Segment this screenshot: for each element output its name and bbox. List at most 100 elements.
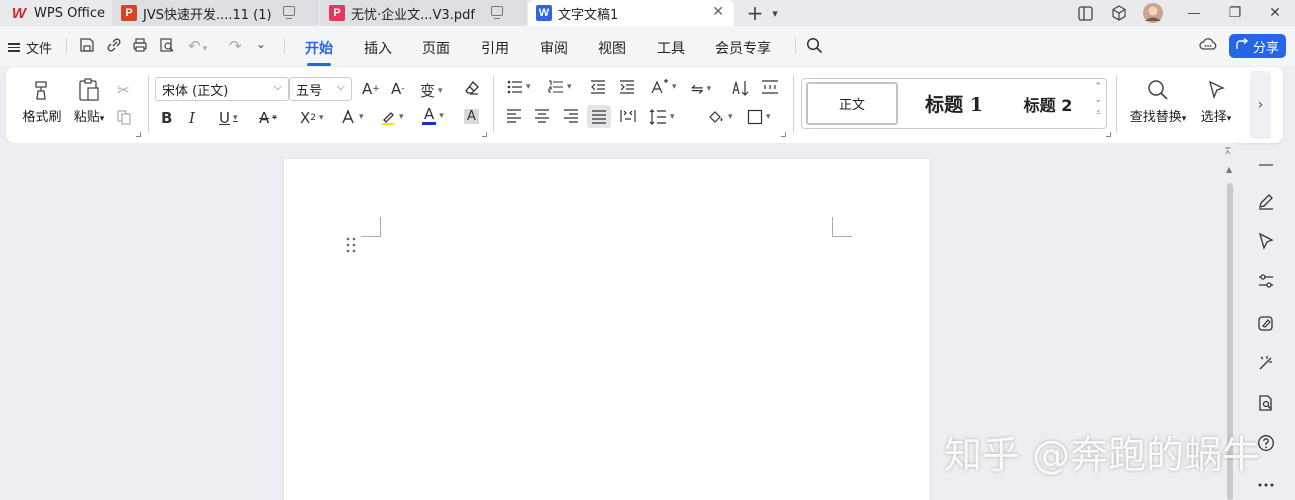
- tab-page[interactable]: 页面: [422, 38, 450, 58]
- quick-access-chevron-icon[interactable]: ⌄: [256, 37, 266, 51]
- maximize-button[interactable]: ❐: [1226, 0, 1244, 26]
- bold-icon[interactable]: B: [161, 109, 172, 127]
- redo-icon[interactable]: ↷: [229, 37, 242, 55]
- cloud-sync-icon[interactable]: [1199, 36, 1217, 56]
- tab-member[interactable]: 会员专享: [715, 38, 771, 58]
- increase-indent-icon[interactable]: [619, 80, 635, 94]
- styles-scroll-icon[interactable]: ⌃ ⌄ ⩡: [1094, 81, 1102, 120]
- select-label: 选择: [1200, 110, 1227, 125]
- tab-window-icon[interactable]: [283, 6, 295, 20]
- ribbon-home: 格式刷 粘贴▾ ✂ 宋体 (正文) ⌵ 五号 ⌵ A + A- 变 ▾ B I U ▾…: [6, 67, 1283, 143]
- tab-word-document[interactable]: W 文字文稿1 ✕: [528, 0, 734, 26]
- show-marks-icon[interactable]: [761, 80, 779, 94]
- strikethrough-icon[interactable]: A ▾: [259, 109, 277, 127]
- align-left-icon[interactable]: [506, 109, 522, 123]
- pdf-file-icon: P: [329, 5, 345, 21]
- title-tab-bar: W WPS Office P JVS快速开发....11 (1) P 无忧·企业…: [0, 0, 1295, 26]
- tab-review[interactable]: 审阅: [540, 38, 568, 58]
- adjust-sliders-icon[interactable]: [1255, 270, 1277, 292]
- decrease-indent-icon[interactable]: [590, 80, 606, 94]
- document-search-icon[interactable]: [1255, 392, 1277, 414]
- search-icon[interactable]: [806, 37, 823, 58]
- bullet-list-icon[interactable]: ▾: [507, 80, 531, 94]
- style-normal[interactable]: 正文: [806, 82, 898, 125]
- print-icon[interactable]: [132, 37, 148, 57]
- close-window-button[interactable]: ✕: [1266, 0, 1284, 26]
- tab-pdf-document[interactable]: P 无忧·企业文...V3.pdf: [320, 0, 527, 26]
- minimize-button[interactable]: —: [1185, 0, 1203, 26]
- cut-icon[interactable]: ✂: [117, 81, 130, 99]
- style-heading-2[interactable]: 标题 2: [1007, 82, 1089, 125]
- cube-icon[interactable]: [1108, 0, 1130, 26]
- grow-font-icon[interactable]: A +: [362, 80, 380, 98]
- highlight-icon[interactable]: ▾: [380, 109, 404, 125]
- print-preview-icon[interactable]: [159, 37, 175, 57]
- clear-format-icon[interactable]: [464, 80, 480, 96]
- text-direction-icon[interactable]: ▾: [649, 79, 677, 95]
- font-name-select[interactable]: 宋体 (正文) ⌵: [155, 77, 289, 101]
- phonetic-guide-icon[interactable]: 变 ▾: [420, 80, 443, 101]
- shrink-font-icon[interactable]: A-: [391, 80, 405, 98]
- tab-tools[interactable]: 工具: [657, 38, 685, 58]
- ai-writing-icon[interactable]: [1255, 312, 1277, 334]
- scroll-up-icon[interactable]: ▲: [1226, 165, 1232, 174]
- styles-dialog-launcher[interactable]: [1106, 132, 1111, 137]
- underline-icon[interactable]: U ▾: [219, 109, 238, 127]
- share-link-icon[interactable]: [106, 37, 122, 57]
- style-heading-1[interactable]: 标题 1: [905, 82, 1003, 125]
- sort-az-icon[interactable]: [732, 80, 750, 96]
- user-avatar[interactable]: [1141, 0, 1165, 26]
- tools-magic-icon[interactable]: [1255, 352, 1277, 374]
- paragraph-shading-icon[interactable]: ▾: [707, 109, 733, 125]
- tab-insert[interactable]: 插入: [364, 38, 392, 58]
- tab-home[interactable]: 开始: [305, 38, 333, 66]
- clipboard-dialog-launcher[interactable]: [136, 132, 141, 137]
- document-page[interactable]: [284, 159, 930, 500]
- collapse-icon[interactable]: [1255, 154, 1277, 176]
- font-size-select[interactable]: 五号 ⌵: [289, 77, 352, 101]
- align-right-icon[interactable]: [563, 109, 579, 123]
- align-center-icon[interactable]: [534, 109, 550, 123]
- paragraph-dialog-launcher[interactable]: [781, 132, 786, 137]
- tab-references[interactable]: 引用: [481, 38, 509, 58]
- tab-list-chevron-icon[interactable]: ▾: [768, 0, 782, 26]
- font-dialog-launcher[interactable]: [482, 132, 487, 137]
- justify-icon[interactable]: [587, 105, 611, 128]
- tab-ppt-document[interactable]: P JVS快速开发....11 (1): [112, 0, 319, 26]
- tab-wps-home[interactable]: W WPS Office: [0, 0, 111, 26]
- character-shading-icon[interactable]: A: [464, 109, 479, 124]
- undo-icon[interactable]: ↶ ▾: [188, 37, 207, 55]
- tab-window-icon[interactable]: [491, 6, 503, 20]
- tab-close-icon[interactable]: ✕: [712, 4, 724, 20]
- italic-icon[interactable]: I: [189, 109, 195, 127]
- ribbon-scroll-right-icon[interactable]: ›: [1250, 71, 1271, 139]
- find-replace-label: 查找替换: [1129, 110, 1182, 125]
- line-spacing-icon[interactable]: ▾: [649, 109, 675, 125]
- pen-edit-icon[interactable]: [1255, 190, 1277, 212]
- find-replace-button[interactable]: 查找替换▾: [1126, 76, 1190, 125]
- drag-handle-icon[interactable]: [346, 237, 356, 253]
- select-cursor-icon[interactable]: [1255, 230, 1277, 252]
- copy-icon[interactable]: [116, 109, 132, 125]
- layout-panel-icon[interactable]: [1074, 0, 1096, 26]
- new-tab-button[interactable]: +: [744, 0, 766, 26]
- crop-mark-top-left: [361, 217, 381, 237]
- styles-gallery: 正文 标题 1 标题 2 ⌃ ⌄ ⩡: [801, 78, 1107, 129]
- distributed-align-icon[interactable]: [620, 109, 636, 123]
- divider: [795, 38, 796, 54]
- border-icon[interactable]: ▾: [747, 109, 771, 125]
- format-painter-button[interactable]: 格式刷: [20, 76, 64, 125]
- share-button[interactable]: 分享: [1229, 34, 1286, 58]
- text-effect-icon[interactable]: ▾: [340, 109, 364, 125]
- sort-icon[interactable]: ⇋ ▾: [691, 80, 711, 98]
- tab-view[interactable]: 视图: [598, 38, 626, 58]
- clipboard-icon: [68, 76, 110, 104]
- file-menu-button[interactable]: 文件: [8, 38, 52, 57]
- numbered-list-icon[interactable]: ▾: [548, 80, 572, 94]
- font-color-icon[interactable]: A ▾: [422, 107, 444, 125]
- superscript-icon[interactable]: X 2 ▾: [300, 109, 324, 127]
- scroll-top-icon[interactable]: ⩞: [1225, 148, 1230, 157]
- paste-button[interactable]: 粘贴▾: [68, 76, 110, 125]
- save-icon[interactable]: [79, 37, 95, 57]
- select-button[interactable]: 选择▾: [1196, 76, 1236, 125]
